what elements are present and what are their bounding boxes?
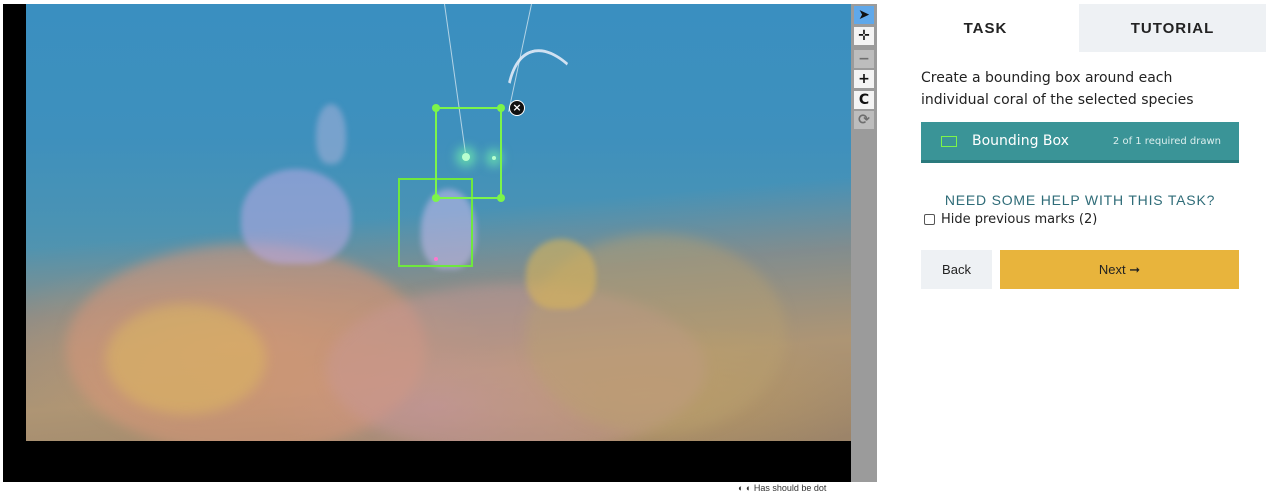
tab-task[interactable]: TASK (892, 4, 1079, 52)
bounding-box-icon (941, 135, 957, 147)
resize-handle[interactable] (432, 194, 440, 202)
tab-bar: TASK TUTORIAL (892, 4, 1266, 52)
pointer-icon[interactable]: ➤ (854, 6, 874, 24)
reset-icon[interactable]: ⟳ (854, 111, 874, 129)
minus-icon[interactable]: − (854, 50, 874, 68)
coral-fan (241, 169, 351, 264)
tool-label: Bounding Box (972, 133, 1069, 149)
back-button[interactable]: Back (921, 250, 992, 289)
resize-handle[interactable] (497, 104, 505, 112)
task-instruction: Create a bounding box around each indivi… (921, 70, 1194, 108)
help-link[interactable]: NEED SOME HELP WITH THIS TASK? (921, 192, 1239, 208)
coral-fan (316, 104, 346, 164)
delete-mark-icon[interactable]: × (509, 100, 525, 116)
move-icon[interactable]: ✛ (854, 27, 874, 45)
selected-mark-bounding-box[interactable] (432, 104, 505, 202)
subject-viewer[interactable]: × (3, 4, 851, 482)
hide-marks-checkbox[interactable] (924, 214, 935, 225)
hide-marks-label: Hide previous marks (2) (941, 212, 1098, 227)
tab-tutorial[interactable]: TUTORIAL (1079, 4, 1266, 52)
resize-handle[interactable] (432, 104, 440, 112)
task-panel: TASK TUTORIAL Create a bounding box arou… (892, 4, 1266, 486)
bounding-box-tool-button[interactable]: Bounding Box 2 of 1 required drawn (921, 122, 1239, 163)
reef-rock (106, 304, 266, 414)
plus-icon[interactable]: + (854, 70, 874, 88)
image-toolbar: ➤ ✛ − + C ⟳ (851, 4, 877, 482)
subject-image[interactable] (26, 4, 851, 441)
hide-previous-marks-toggle[interactable]: Hide previous marks (2) (924, 212, 1097, 227)
rotate-icon[interactable]: C (854, 91, 874, 109)
tool-count: 2 of 1 required drawn (1112, 135, 1221, 147)
resize-handle[interactable] (497, 194, 505, 202)
next-button[interactable]: Next ➞ (1000, 250, 1239, 289)
